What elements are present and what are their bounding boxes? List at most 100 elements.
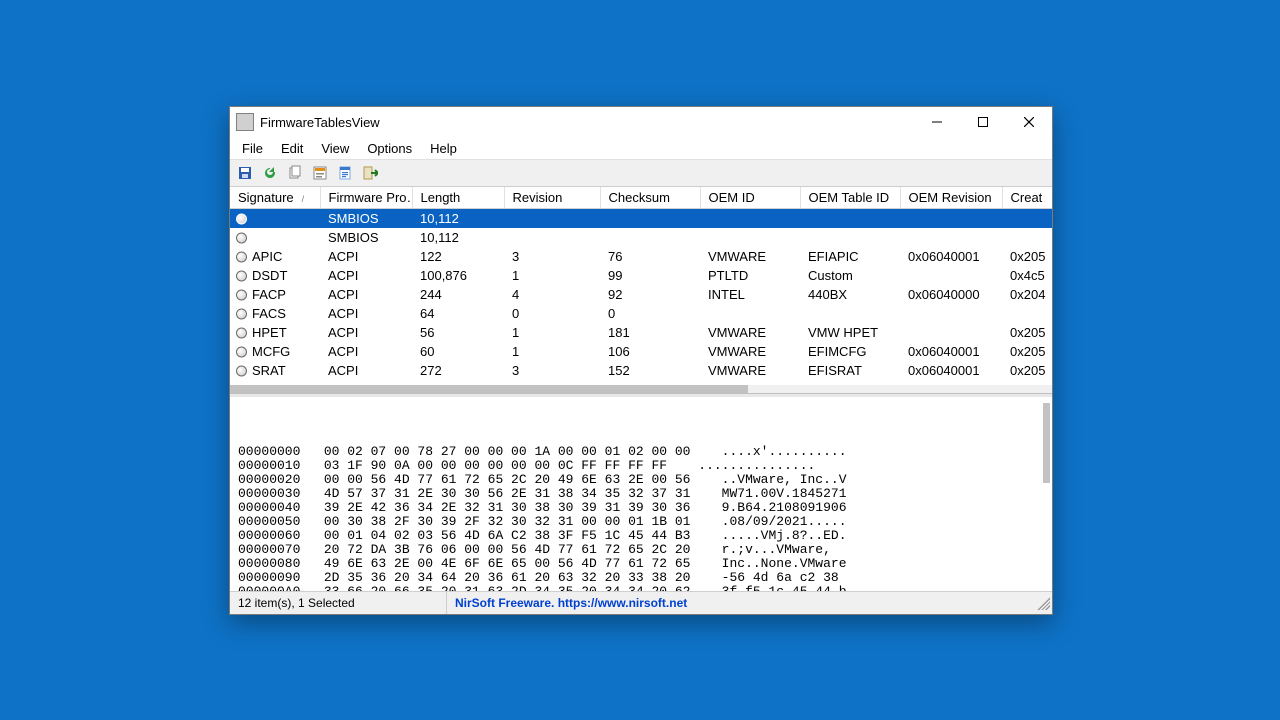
cell-tbl: VMW HPET bbox=[800, 323, 900, 342]
close-button[interactable] bbox=[1006, 107, 1052, 137]
titlebar[interactable]: FirmwareTablesView bbox=[230, 107, 1052, 137]
cell-rev: 1 bbox=[504, 266, 600, 285]
hex-line: 000000A0 33 66 20 66 35 20 31 63 2D 34 3… bbox=[238, 585, 1044, 591]
cell-rev: 1 bbox=[504, 342, 600, 361]
col-creator[interactable]: Creat bbox=[1002, 187, 1052, 209]
row-icon bbox=[236, 346, 247, 357]
table-row[interactable]: APICACPI122376VMWAREEFIAPIC0x060400010x2… bbox=[230, 247, 1052, 266]
table-row[interactable]: FACSACPI6400 bbox=[230, 304, 1052, 323]
cell-oem: VMWARE bbox=[700, 361, 800, 380]
menu-view[interactable]: View bbox=[313, 139, 357, 158]
copy-icon[interactable] bbox=[284, 162, 306, 184]
hex-dump-pane[interactable]: 00000000 00 02 07 00 78 27 00 00 00 1A 0… bbox=[230, 394, 1052, 591]
table-row[interactable]: SMBIOS10,112 bbox=[230, 228, 1052, 247]
toolbar bbox=[230, 159, 1052, 187]
cell-oem: INTEL bbox=[700, 285, 800, 304]
refresh-icon[interactable] bbox=[259, 162, 281, 184]
row-icon bbox=[236, 289, 247, 300]
menu-help[interactable]: Help bbox=[422, 139, 465, 158]
cell-prov: ACPI bbox=[320, 323, 412, 342]
window-controls bbox=[914, 107, 1052, 137]
cell-signature: MCFG bbox=[230, 342, 320, 361]
cell-oem bbox=[700, 304, 800, 323]
cell-signature: APIC bbox=[230, 247, 320, 266]
cell-rev: 4 bbox=[504, 285, 600, 304]
hex-line: 00000020 00 00 56 4D 77 61 72 65 2C 20 4… bbox=[238, 473, 1044, 487]
sort-asc-icon: / bbox=[294, 194, 305, 204]
menu-options[interactable]: Options bbox=[359, 139, 420, 158]
cell-oem: VMWARE bbox=[700, 323, 800, 342]
cell-oem: VMWARE bbox=[700, 342, 800, 361]
status-nirsoft-link[interactable]: NirSoft Freeware. https://www.nirsoft.ne… bbox=[447, 596, 687, 610]
horizontal-scrollbar[interactable] bbox=[230, 385, 1052, 393]
cell-len: 10,112 bbox=[412, 228, 504, 247]
col-provider[interactable]: Firmware Pro… bbox=[320, 187, 412, 209]
cell-orev bbox=[900, 209, 1002, 228]
table-row[interactable]: MCFGACPI601106VMWAREEFIMCFG0x060400010x2… bbox=[230, 342, 1052, 361]
minimize-button[interactable] bbox=[914, 107, 960, 137]
col-oem-id[interactable]: OEM ID bbox=[700, 187, 800, 209]
cell-tbl: Custom bbox=[800, 266, 900, 285]
horizontal-scrollbar-thumb[interactable] bbox=[230, 385, 748, 393]
cell-tbl: EFISRAT bbox=[800, 361, 900, 380]
cell-chk: 99 bbox=[600, 266, 700, 285]
properties-icon[interactable] bbox=[309, 162, 331, 184]
col-oem-table-id[interactable]: OEM Table ID bbox=[800, 187, 900, 209]
cell-chk: 152 bbox=[600, 361, 700, 380]
menu-edit[interactable]: Edit bbox=[273, 139, 311, 158]
menubar: File Edit View Options Help bbox=[230, 137, 1052, 159]
cell-rev bbox=[504, 228, 600, 247]
cell-oem: PTLTD bbox=[700, 266, 800, 285]
col-checksum[interactable]: Checksum bbox=[600, 187, 700, 209]
hex-vertical-scrollbar[interactable] bbox=[1043, 403, 1050, 483]
cell-chk: 106 bbox=[600, 342, 700, 361]
table-row[interactable]: SMBIOS10,112 bbox=[230, 209, 1052, 228]
hex-line: 00000090 2D 35 36 20 34 64 20 36 61 20 6… bbox=[238, 571, 1044, 585]
menu-file[interactable]: File bbox=[234, 139, 271, 158]
cell-rev: 3 bbox=[504, 361, 600, 380]
cell-len: 56 bbox=[412, 323, 504, 342]
cell-cre bbox=[1002, 209, 1052, 228]
statusbar: 12 item(s), 1 Selected NirSoft Freeware.… bbox=[230, 591, 1052, 614]
col-signature[interactable]: Signature/ bbox=[230, 187, 320, 209]
table-body-scroll[interactable]: SMBIOS10,112SMBIOS10,112APICACPI122376VM… bbox=[230, 209, 1052, 391]
table-row[interactable]: SRATACPI2723152VMWAREEFISRAT0x060400010x… bbox=[230, 361, 1052, 380]
cell-chk: 181 bbox=[600, 323, 700, 342]
col-oem-revision[interactable]: OEM Revision bbox=[900, 187, 1002, 209]
cell-len: 244 bbox=[412, 285, 504, 304]
cell-signature: FACP bbox=[230, 285, 320, 304]
cell-cre: 0x205 bbox=[1002, 247, 1052, 266]
col-revision[interactable]: Revision bbox=[504, 187, 600, 209]
table-row[interactable]: FACPACPI244492INTEL440BX0x060400000x204 bbox=[230, 285, 1052, 304]
cell-prov: ACPI bbox=[320, 361, 412, 380]
cell-cre: 0x205 bbox=[1002, 323, 1052, 342]
col-length[interactable]: Length bbox=[412, 187, 504, 209]
app-icon bbox=[236, 113, 254, 131]
cell-orev bbox=[900, 323, 1002, 342]
resize-grip-icon[interactable] bbox=[1034, 594, 1050, 610]
cell-signature bbox=[230, 228, 320, 247]
hex-line: 00000060 00 01 04 02 03 56 4D 6A C2 38 3… bbox=[238, 529, 1044, 543]
table-row[interactable]: DSDTACPI100,876199PTLTDCustom0x4c5 bbox=[230, 266, 1052, 285]
status-item-count: 12 item(s), 1 Selected bbox=[230, 592, 447, 614]
row-icon bbox=[236, 251, 247, 262]
cell-prov: ACPI bbox=[320, 285, 412, 304]
cell-len: 60 bbox=[412, 342, 504, 361]
app-window: FirmwareTablesView File Edit View Option… bbox=[229, 106, 1053, 615]
cell-chk bbox=[600, 228, 700, 247]
maximize-button[interactable] bbox=[960, 107, 1006, 137]
cell-tbl bbox=[800, 228, 900, 247]
html-report-icon[interactable] bbox=[334, 162, 356, 184]
cell-rev: 3 bbox=[504, 247, 600, 266]
table-row[interactable]: HPETACPI561181VMWAREVMW HPET0x205 bbox=[230, 323, 1052, 342]
exit-icon[interactable] bbox=[359, 162, 381, 184]
cell-signature: SRAT bbox=[230, 361, 320, 380]
cell-orev: 0x06040000 bbox=[900, 285, 1002, 304]
cell-chk: 0 bbox=[600, 304, 700, 323]
cell-orev bbox=[900, 266, 1002, 285]
save-icon[interactable] bbox=[234, 162, 256, 184]
cell-chk: 92 bbox=[600, 285, 700, 304]
cell-tbl: EFIMCFG bbox=[800, 342, 900, 361]
cell-prov: SMBIOS bbox=[320, 209, 412, 228]
hex-line: 00000010 03 1F 90 0A 00 00 00 00 00 00 0… bbox=[238, 459, 1044, 473]
